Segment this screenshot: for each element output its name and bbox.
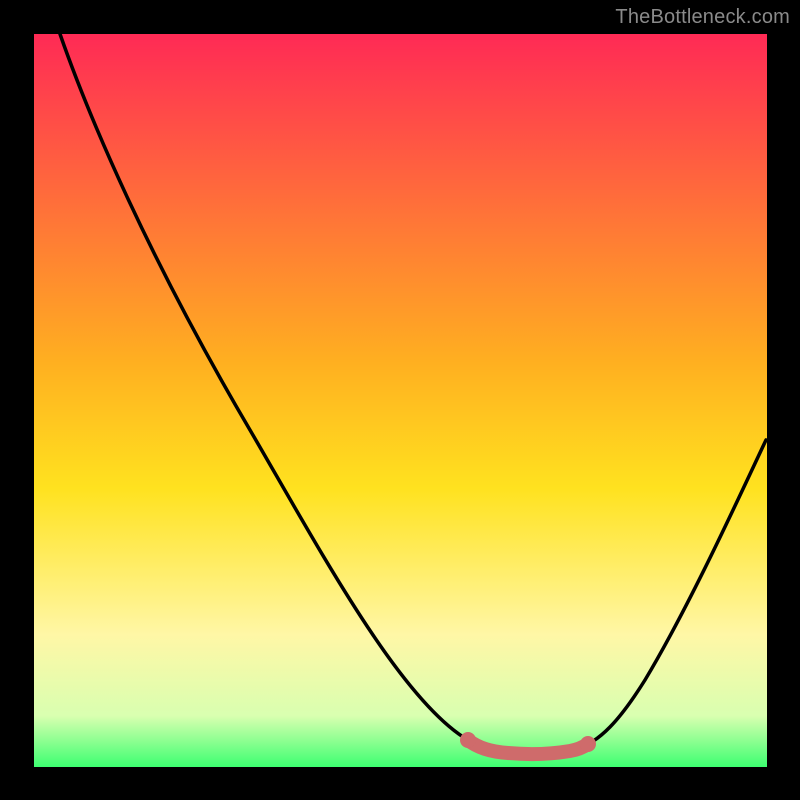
optimal-end-dot: [580, 736, 596, 752]
bottleneck-chart: TheBottleneck.com: [0, 0, 800, 800]
watermark-text: TheBottleneck.com: [615, 6, 790, 29]
optimal-start-dot: [460, 732, 476, 748]
chart-svg: [0, 0, 800, 800]
